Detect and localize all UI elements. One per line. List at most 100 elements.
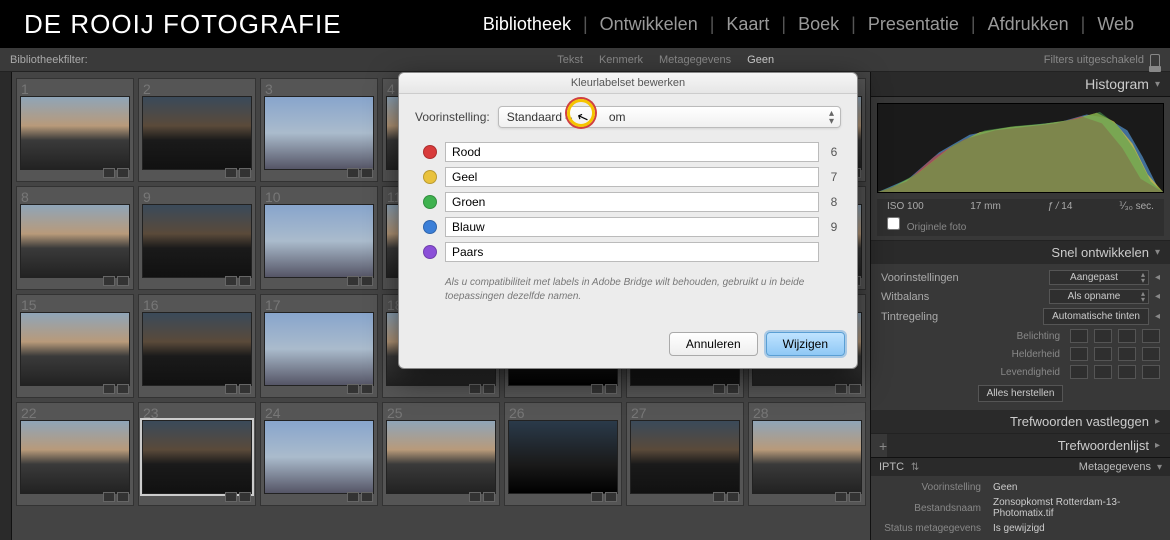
chevron-left-icon[interactable]: ◂ bbox=[1155, 272, 1160, 283]
thumbnail-cell[interactable]: 16– bbox=[138, 294, 256, 398]
brightness-step-minus2[interactable] bbox=[1070, 347, 1088, 361]
badge-icon bbox=[469, 384, 481, 394]
filter-status: Filters uitgeschakeld bbox=[1044, 54, 1160, 66]
confirm-button[interactable]: Wijzigen bbox=[766, 332, 845, 356]
thumbnail-cell[interactable]: 25– bbox=[382, 402, 500, 506]
color-swatch-icon bbox=[423, 220, 437, 234]
whitebalance-dropdown[interactable]: Als opname▴▾ bbox=[1049, 289, 1149, 304]
thumbnail-cell[interactable]: 10– bbox=[260, 186, 378, 290]
filter-tab-kenmerk[interactable]: Kenmerk bbox=[599, 54, 643, 66]
thumbnail-cell[interactable]: 3– bbox=[260, 78, 378, 182]
badge-icon bbox=[713, 492, 725, 502]
histogram-header[interactable]: Histogram ▾ bbox=[871, 72, 1170, 97]
exposure-label: Belichting bbox=[1017, 331, 1060, 342]
vibrance-step-minus1[interactable] bbox=[1094, 365, 1112, 379]
badge-icon bbox=[483, 492, 495, 502]
color-name-input[interactable] bbox=[445, 142, 819, 162]
cell-index: 9 bbox=[143, 189, 151, 205]
filter-tab-geen[interactable]: Geen bbox=[747, 54, 774, 66]
thumbnail-cell[interactable]: 28– bbox=[748, 402, 866, 506]
thumbnail-image bbox=[142, 420, 252, 494]
thumbnail-image bbox=[264, 312, 374, 386]
keywords-list-header[interactable]: Trefwoordenlijst ▸ bbox=[887, 434, 1170, 457]
thumbnail-cell[interactable]: 9– bbox=[138, 186, 256, 290]
color-name-input[interactable] bbox=[445, 192, 819, 212]
metadata-header[interactable]: Metagegevens bbox=[1079, 461, 1151, 473]
keywords-set-header[interactable]: Trefwoorden vastleggen ▸ bbox=[871, 410, 1170, 433]
metadata-key: Status metagegevens bbox=[881, 523, 981, 534]
brightness-label: Helderheid bbox=[1012, 349, 1060, 360]
thumbnail-cell[interactable]: 15– bbox=[16, 294, 134, 398]
chevron-left-icon[interactable]: ◂ bbox=[1155, 291, 1160, 302]
nav-bibliotheek[interactable]: Bibliotheek bbox=[471, 14, 583, 35]
plus-icon[interactable]: + bbox=[871, 438, 887, 454]
reset-all-button[interactable]: Alles herstellen bbox=[978, 385, 1064, 402]
exposure-step-plus1[interactable] bbox=[1118, 329, 1136, 343]
brightness-step-plus1[interactable] bbox=[1118, 347, 1136, 361]
whitebalance-label: Witbalans bbox=[881, 291, 1043, 303]
nav-presentatie[interactable]: Presentatie bbox=[856, 14, 971, 35]
badge-icon bbox=[469, 492, 481, 502]
nav-kaart[interactable]: Kaart bbox=[714, 14, 781, 35]
iso-value: ISO 100 bbox=[887, 201, 924, 212]
color-name-input[interactable] bbox=[445, 242, 819, 262]
vibrance-step-plus1[interactable] bbox=[1118, 365, 1136, 379]
lock-icon[interactable] bbox=[1150, 54, 1160, 66]
brightness-step-minus1[interactable] bbox=[1094, 347, 1112, 361]
badge-icon bbox=[835, 492, 847, 502]
auto-tone-button[interactable]: Automatische tinten bbox=[1043, 308, 1149, 325]
color-shortcut: 7 bbox=[827, 170, 841, 184]
thumbnail-cell[interactable]: 27– bbox=[626, 402, 744, 506]
histogram-title: Histogram bbox=[1085, 76, 1149, 92]
presets-dropdown[interactable]: Aangepast▴▾ bbox=[1049, 270, 1149, 285]
filter-tab-metagegevens[interactable]: Metagegevens bbox=[659, 54, 731, 66]
badge-icon bbox=[239, 168, 251, 178]
vibrance-step-plus2[interactable] bbox=[1142, 365, 1160, 379]
thumbnail-cell[interactable]: 2– bbox=[138, 78, 256, 182]
badge-icon bbox=[591, 492, 603, 502]
thumbnail-cell[interactable]: 26– bbox=[504, 402, 622, 506]
title-bar: DE ROOIJ FOTOGRAFIE Bibliotheek|Ontwikke… bbox=[0, 0, 1170, 48]
original-checkbox[interactable] bbox=[887, 217, 900, 230]
color-name-input[interactable] bbox=[445, 217, 819, 237]
original-label: Originele foto bbox=[907, 222, 966, 233]
exposure-step-plus2[interactable] bbox=[1142, 329, 1160, 343]
collapse-icon: ▾ bbox=[1155, 247, 1160, 258]
vibrance-step-minus2[interactable] bbox=[1070, 365, 1088, 379]
thumbnail-cell[interactable]: 8– bbox=[16, 186, 134, 290]
exposure-step-minus1[interactable] bbox=[1094, 329, 1112, 343]
iptc-dropdown[interactable]: IPTC ⇅ bbox=[879, 461, 919, 473]
badge-icon bbox=[103, 492, 115, 502]
badge-icon bbox=[239, 384, 251, 394]
metadata-value: Geen bbox=[987, 482, 1160, 493]
left-rail-collapsed[interactable] bbox=[0, 72, 12, 540]
quick-develop-header[interactable]: Snel ontwikkelen ▾ bbox=[871, 241, 1170, 264]
nav-web[interactable]: Web bbox=[1085, 14, 1146, 35]
thumbnail-cell[interactable]: 1– bbox=[16, 78, 134, 182]
brand-title: DE ROOIJ FOTOGRAFIE bbox=[24, 9, 342, 40]
presets-label: Voorinstellingen bbox=[881, 272, 1043, 284]
badge-icon bbox=[239, 276, 251, 286]
preset-dropdown[interactable]: Standaard – Lightr om ▴▾ ↖ bbox=[498, 106, 841, 128]
badge-icon bbox=[849, 384, 861, 394]
filter-tabs: Tekst Kenmerk Metagegevens Geen bbox=[288, 54, 1044, 66]
brightness-step-plus2[interactable] bbox=[1142, 347, 1160, 361]
filter-tab-tekst[interactable]: Tekst bbox=[557, 54, 583, 66]
cancel-button[interactable]: Annuleren bbox=[669, 332, 758, 356]
thumbnail-cell[interactable]: 17– bbox=[260, 294, 378, 398]
thumbnail-cell[interactable]: 23– bbox=[138, 402, 256, 506]
metadata-value: Is gewijzigd bbox=[987, 523, 1160, 534]
metadata-row: VoorinstellingGeen bbox=[877, 480, 1164, 495]
exposure-step-minus2[interactable] bbox=[1070, 329, 1088, 343]
color-name-input[interactable] bbox=[445, 167, 819, 187]
badge-icon bbox=[361, 276, 373, 286]
thumbnail-cell[interactable]: 24– bbox=[260, 402, 378, 506]
nav-ontwikkelen[interactable]: Ontwikkelen bbox=[588, 14, 710, 35]
chevron-left-icon[interactable]: ◂ bbox=[1155, 311, 1160, 322]
badge-icon bbox=[347, 168, 359, 178]
thumbnail-cell[interactable]: 22– bbox=[16, 402, 134, 506]
thumbnail-image bbox=[20, 420, 130, 494]
nav-afdrukken[interactable]: Afdrukken bbox=[976, 14, 1081, 35]
nav-boek[interactable]: Boek bbox=[786, 14, 851, 35]
cell-index: 22 bbox=[21, 405, 37, 421]
